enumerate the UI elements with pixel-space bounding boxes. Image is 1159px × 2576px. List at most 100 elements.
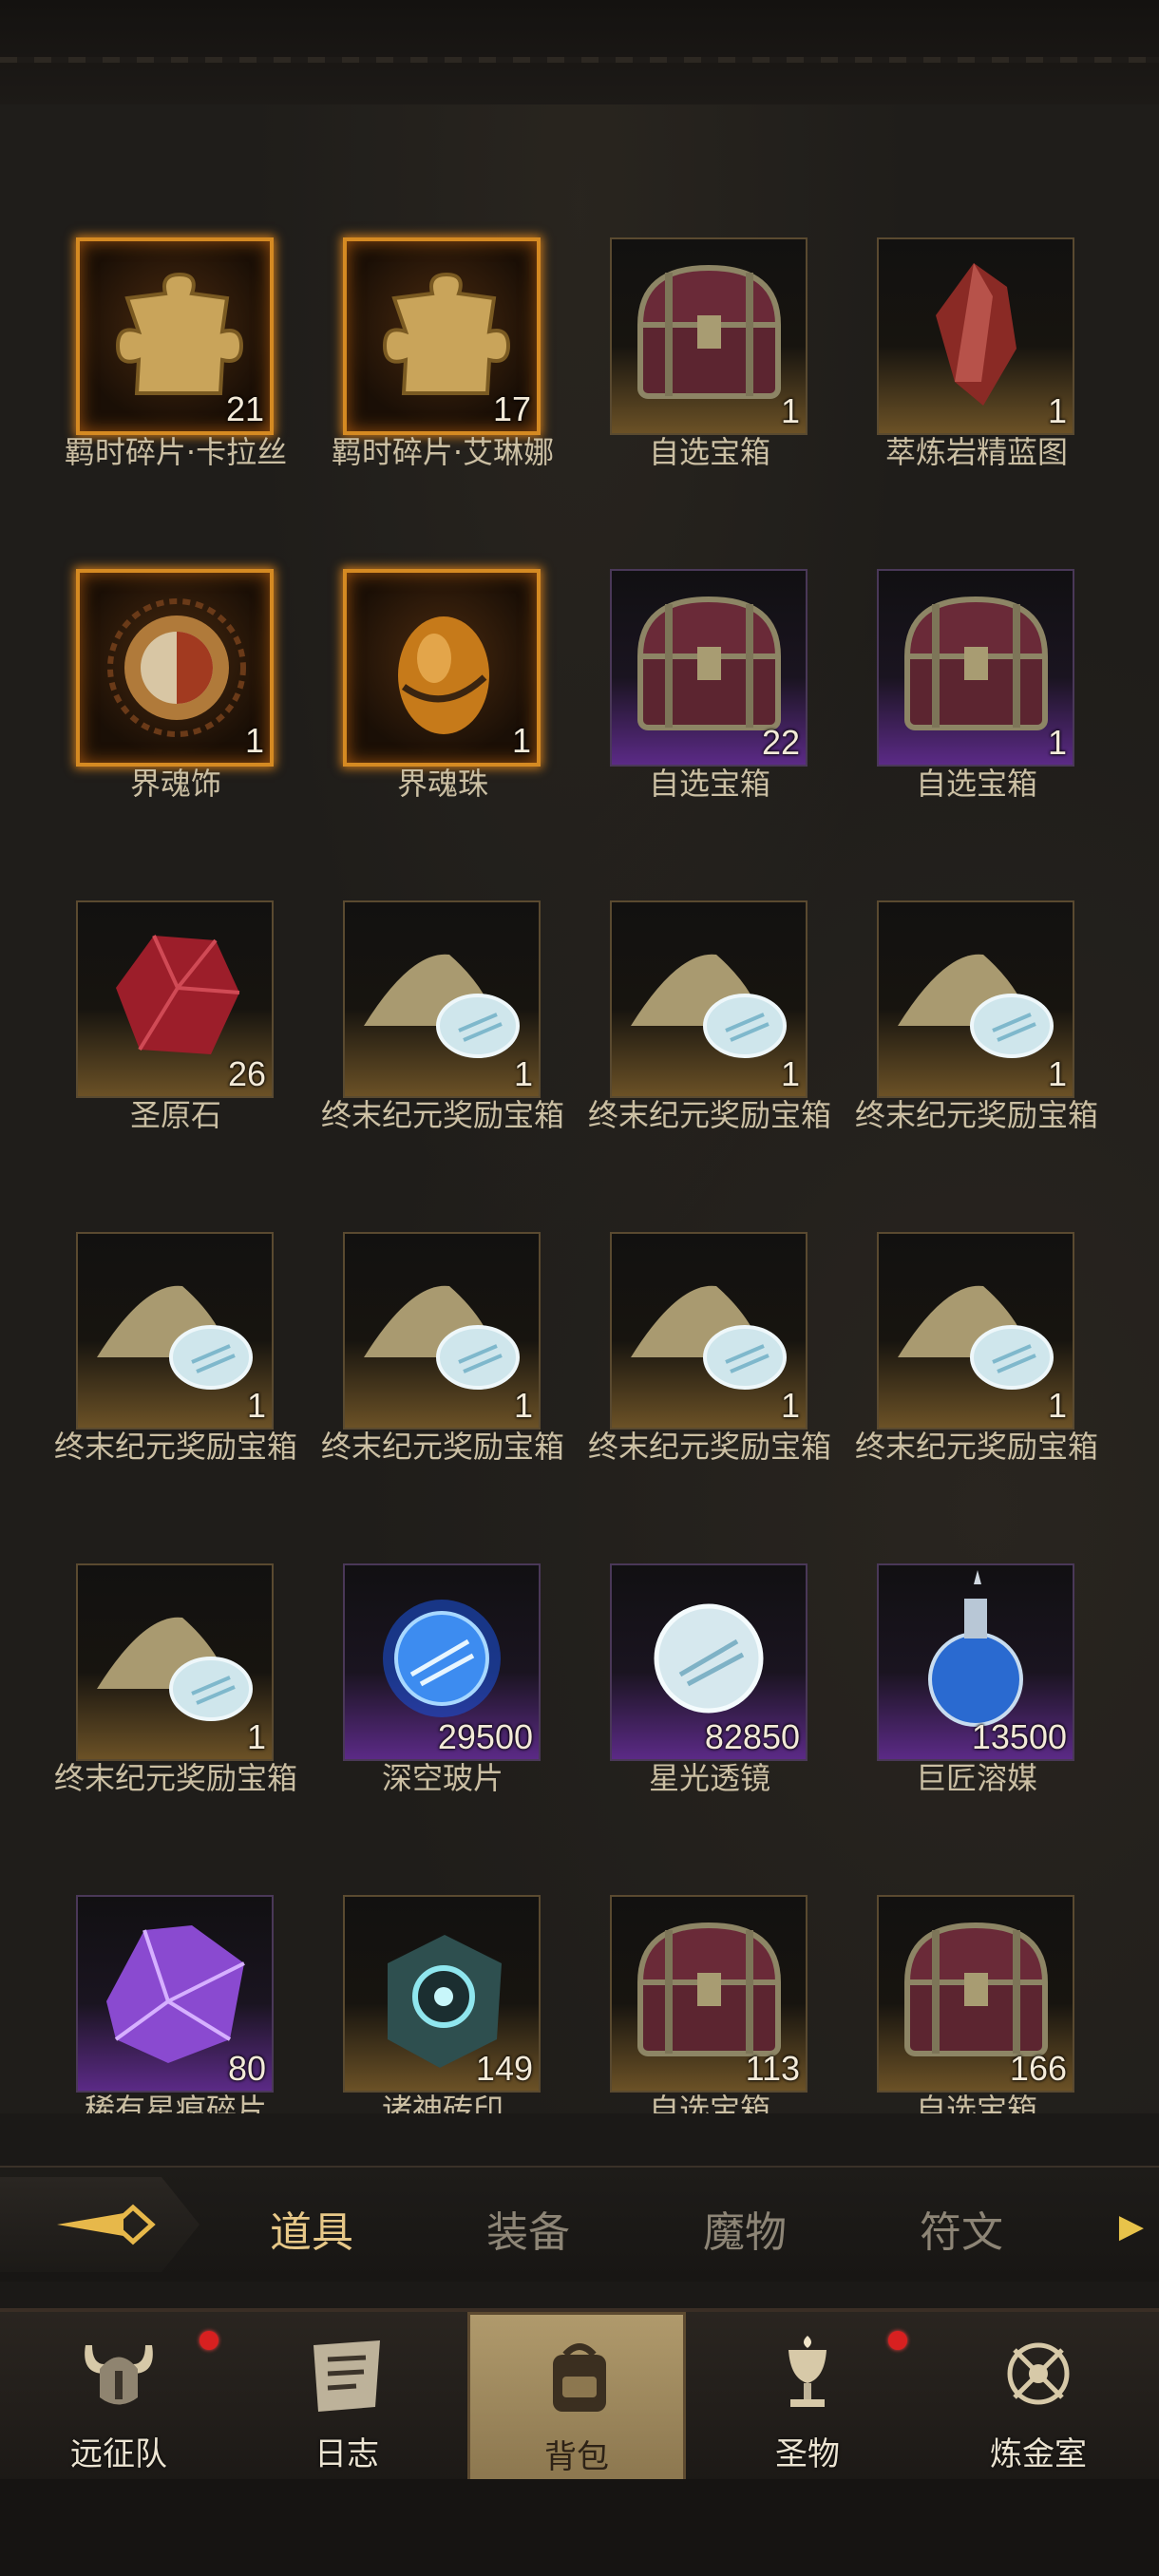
item-name: 自选宝箱 [648,434,770,470]
nav-label: 炼金室 [990,2435,1087,2473]
inventory-slot[interactable]: 1 自选宝箱 [848,569,1114,882]
item-count: 1 [780,1386,800,1425]
item-count: 1 [244,721,264,760]
item-name: 诸神砖印 [381,2092,504,2113]
item-count: 166 [1009,2049,1067,2088]
inventory-slot[interactable]: 149 诸神砖印 [314,1895,580,2113]
inventory-slot[interactable]: 17 羁时碎片·艾琳娜 [314,237,580,551]
item-tile[interactable]: 1 [343,1232,541,1430]
treasure-chest-icon [636,264,782,399]
inventory-slot[interactable]: 1 界魂饰 [48,569,314,882]
nav-label: 远征队 [70,2435,167,2473]
item-tile[interactable]: 17 [343,237,541,435]
item-tile[interactable]: 166 [877,1895,1074,2093]
tab-runes[interactable]: 符文 [920,2198,1003,2259]
next-tab-arrow-icon[interactable]: ▶ [1119,2207,1144,2245]
item-tile[interactable]: 1 [610,1232,808,1430]
item-count: 26 [227,1054,266,1093]
inventory-slot[interactable]: 1 终末纪元奖励宝箱 [848,900,1114,1214]
item-name: 稀有星痕碎片 [84,2092,267,2113]
nav-alchemy[interactable]: 炼金室 [929,2312,1148,2483]
tab-items[interactable]: 道具 [270,2198,353,2259]
item-name: 自选宝箱 [648,766,770,802]
item-tile[interactable]: 1 [76,1563,274,1761]
item-tile[interactable]: 1 [877,900,1074,1098]
nav-expedition[interactable]: 远征队 [10,2312,228,2483]
item-tile[interactable]: 113 [610,1895,808,2093]
inventory-slot[interactable]: 29500 深空玻片 [314,1563,580,1877]
item-tile[interactable]: 1 [610,900,808,1098]
inventory-slot[interactable]: 1 萃炼岩精蓝图 [848,237,1114,551]
treasure-chest-icon [903,596,1049,730]
item-tile[interactable]: 13500 [877,1563,1074,1761]
item-tile[interactable]: 149 [343,1895,541,2093]
item-tile[interactable]: 80 [76,1895,274,2093]
item-name: 终末纪元奖励宝箱 [587,1429,831,1465]
inventory-slot[interactable]: 1 界魂珠 [314,569,580,882]
item-tile[interactable]: 29500 [343,1563,541,1761]
back-diamond-icon [57,2204,156,2245]
inventory-slot[interactable]: 22 自选宝箱 [581,569,847,882]
sand-lens-icon [631,954,787,1058]
item-name: 终末纪元奖励宝箱 [53,1429,297,1465]
inventory-slot[interactable]: 1 终末纪元奖励宝箱 [848,1232,1114,1545]
item-count: 29500 [437,1717,533,1756]
item-tile[interactable]: 1 [877,1232,1074,1430]
scroll-log-icon [314,2340,380,2412]
bottom-nav: 远征队 日志 背包 圣物 炼金室 [0,2308,1159,2483]
chalice-icon [788,2336,826,2407]
item-tile[interactable]: 1 [343,900,541,1098]
item-tile[interactable]: 82850 [610,1563,808,1761]
red-crystal-icon [936,263,1016,406]
item-tile[interactable]: 1 [343,569,541,767]
notification-badge [200,2331,218,2350]
item-count: 1 [246,1386,266,1425]
item-count: 17 [492,389,531,428]
sand-lens-icon [898,1285,1054,1390]
inventory-slot[interactable]: 21 羁时碎片·卡拉丝 [48,237,314,551]
nav-backpack[interactable]: 背包 [467,2312,686,2483]
item-tile[interactable]: 26 [76,900,274,1098]
item-name: 终末纪元奖励宝箱 [854,1097,1098,1133]
item-tile[interactable]: 1 [877,569,1074,767]
inventory-slot[interactable]: 26 圣原石 [48,900,314,1214]
item-count: 1 [1047,1054,1067,1093]
item-tile[interactable]: 21 [76,237,274,435]
inventory-slot[interactable]: 1 终末纪元奖励宝箱 [581,900,847,1214]
inventory-slot[interactable]: 1 终末纪元奖励宝箱 [48,1563,314,1877]
item-tile[interactable]: 1 [877,237,1074,435]
item-count: 1 [1047,1386,1067,1425]
back-arrow-button[interactable] [0,2177,200,2272]
inventory-slot[interactable]: 13500 巨匠溶媒 [848,1563,1114,1877]
sand-lens-icon [97,1285,253,1390]
item-tile[interactable]: 1 [76,1232,274,1430]
inventory-slot[interactable]: 1 终末纪元奖励宝箱 [314,1232,580,1545]
item-name: 终末纪元奖励宝箱 [587,1097,831,1133]
item-tile[interactable]: 1 [610,237,808,435]
nav-relics[interactable]: 圣物 [698,2312,917,2483]
item-name: 终末纪元奖励宝箱 [320,1097,564,1133]
inventory-slot[interactable]: 113 自选宝箱 [581,1895,847,2113]
inventory-slot[interactable]: 1 自选宝箱 [581,237,847,551]
top-frame [0,0,1159,107]
inventory-slot[interactable]: 82850 星光透镜 [581,1563,847,1877]
inventory-slot[interactable]: 1 终末纪元奖励宝箱 [48,1232,314,1545]
item-name: 羁时碎片·艾琳娜 [331,434,555,470]
category-tab-bar: 道具 装备 魔物 符文 ▶ [0,2166,1159,2282]
inventory-slot[interactable]: 80 稀有星痕碎片 [48,1895,314,2113]
item-count: 80 [227,2049,266,2088]
inventory-slot[interactable]: 166 自选宝箱 [848,1895,1114,2113]
item-tile[interactable]: 1 [76,569,274,767]
tab-monsters[interactable]: 魔物 [703,2198,787,2259]
tab-equipment[interactable]: 装备 [486,2198,570,2259]
item-name: 界魂饰 [129,766,221,802]
nav-journal[interactable]: 日志 [238,2312,456,2483]
inventory-panel[interactable]: 21 羁时碎片·卡拉丝 17 羁时碎片·艾琳娜 1 自选宝箱 1 萃炼岩精蓝图 1 界魂饰 1 界魂珠… [0,104,1159,2113]
backpack-icon [553,2343,606,2412]
item-tile[interactable]: 22 [610,569,808,767]
inventory-slot[interactable]: 1 终末纪元奖励宝箱 [314,900,580,1214]
sand-lens-icon [364,954,520,1058]
inventory-slot[interactable]: 1 终末纪元奖励宝箱 [581,1232,847,1545]
item-name: 自选宝箱 [648,2092,770,2113]
nav-label: 背包 [544,2438,609,2476]
